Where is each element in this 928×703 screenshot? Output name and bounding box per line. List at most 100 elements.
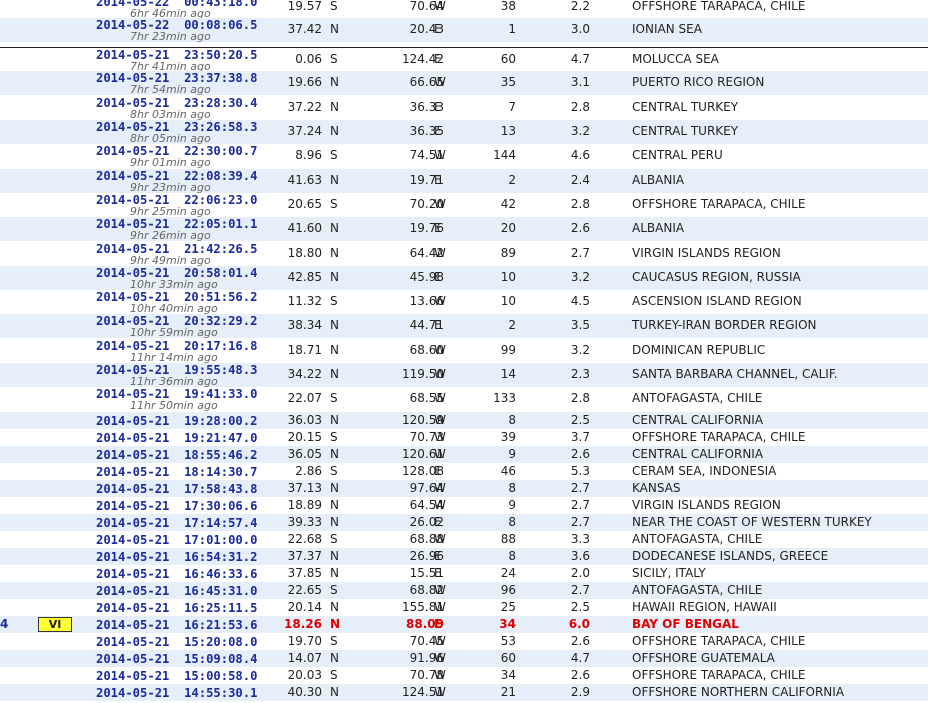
longitude-hemisphere: W <box>434 498 446 512</box>
table-row[interactable]: 2014-05-22 00:43:18.0 6hr 46min ago 19.57 S… <box>0 0 928 19</box>
felt-report-count[interactable]: 4 <box>0 616 8 633</box>
table-row[interactable]: 2014-05-22 00:08:06.5 7hr 23min ago 37.42 N… <box>0 18 928 42</box>
table-row[interactable]: 2014-05-21 17:58:43.8 37.13 N 97.64 W 8 2.7 KAN… <box>0 480 928 497</box>
event-datetime-link[interactable]: 2014-05-21 18:14:30.7 <box>96 465 257 479</box>
table-row[interactable]: 2014-05-21 23:50:20.5 7hr 41min ago 0.06 S 1… <box>0 47 928 72</box>
latitude: 20.65 <box>287 197 322 211</box>
time-ago: 10hr 40min ago <box>130 302 218 315</box>
table-row[interactable]: 2014-05-21 19:21:47.0 20.15 S 70.73 W 39 3.7 OF… <box>0 429 928 446</box>
time-ago: 8hr 03min ago <box>130 108 211 121</box>
latitude-hemisphere: S <box>330 197 338 211</box>
table-row[interactable]: 2014-05-21 17:01:00.0 22.68 S 68.88 W 88 3.3 AN… <box>0 531 928 548</box>
table-row[interactable]: 2014-05-21 20:32:29.2 10hr 59min ago 38.34… <box>0 314 928 338</box>
table-row[interactable]: 2014-05-21 23:26:58.3 8hr 05min ago 37.24 N… <box>0 120 928 144</box>
time-ago: 9hr 01min ago <box>130 156 211 169</box>
event-datetime-link[interactable]: 2014-05-21 17:30:06.6 <box>96 499 257 513</box>
table-row[interactable]: 2014-05-21 20:17:16.8 11hr 14min ago 18.71… <box>0 339 928 363</box>
latitude-hemisphere: S <box>330 532 338 546</box>
magnitude: 2.4 <box>570 173 590 187</box>
longitude-hemisphere: E <box>434 617 443 631</box>
depth: 42 <box>500 197 516 211</box>
longitude-hemisphere: W <box>434 532 446 546</box>
table-row[interactable]: 2014-05-21 19:41:33.0 11hr 50min ago 22.07… <box>0 387 928 411</box>
table-row[interactable]: 2014-05-21 19:28:00.2 36.03 N 120.59 W 8 2.5 CE… <box>0 412 928 429</box>
depth: 2 <box>508 318 516 332</box>
latitude-hemisphere: S <box>330 391 338 405</box>
region-name: ALBANIA <box>632 221 685 235</box>
magnitude: 2.7 <box>570 246 590 260</box>
magnitude: 2.7 <box>570 481 590 495</box>
table-row[interactable]: 2014-05-21 15:09:08.4 14.07 N 91.96 W 60 4.7 OF… <box>0 650 928 667</box>
table-row[interactable]: 2014-05-21 16:46:33.6 37.85 N 15.51 E 24 2.0 SI… <box>0 565 928 582</box>
latitude-hemisphere: N <box>330 124 339 138</box>
table-row[interactable]: 2014-05-21 21:42:26.5 9hr 49min ago 18.80 N… <box>0 242 928 266</box>
table-row[interactable]: 2014-05-21 18:55:46.2 36.05 N 120.61 W 9 2.6 CE… <box>0 446 928 463</box>
event-time: 15:09:08.4 <box>184 652 258 666</box>
table-row[interactable]: 2014-05-21 16:21:53.6 18.26 N 88.09 E 34 6.0 BA… <box>0 616 928 633</box>
event-datetime-link[interactable]: 2014-05-21 16:25:11.5 <box>96 601 257 615</box>
intensity-badge[interactable]: VI <box>38 617 72 632</box>
depth: 10 <box>500 270 516 284</box>
latitude-hemisphere: S <box>330 634 338 648</box>
longitude-hemisphere: W <box>434 343 446 357</box>
date-time-gap <box>169 601 184 615</box>
depth: 60 <box>500 52 516 66</box>
event-datetime-link[interactable]: 2014-05-21 18:55:46.2 <box>96 448 257 462</box>
region-name: ALBANIA <box>632 173 685 187</box>
latitude: 42.85 <box>287 270 322 284</box>
date-time-gap <box>169 686 184 700</box>
table-row[interactable]: 2014-05-21 16:25:11.5 20.14 N 155.81 W 25 2.5 H… <box>0 599 928 616</box>
table-row[interactable]: 2014-05-21 17:30:06.6 18.89 N 64.54 W 9 2.7 VIR… <box>0 497 928 514</box>
table-row[interactable]: 2014-05-21 18:14:30.7 2.86 S 128.08 E 46 5.3 CE… <box>0 463 928 480</box>
table-row[interactable]: 2014-05-21 16:54:31.2 37.37 N 26.96 E 8 3.6 DOD… <box>0 548 928 565</box>
table-row[interactable]: 2014-05-21 23:28:30.4 8hr 03min ago 37.22 N… <box>0 96 928 120</box>
event-datetime-link[interactable]: 2014-05-21 17:01:00.0 <box>96 533 257 547</box>
event-datetime-link[interactable]: 2014-05-21 17:14:57.4 <box>96 516 257 530</box>
table-row[interactable]: 2014-05-21 14:55:30.1 40.30 N 124.51 W 21 2.9 O… <box>0 684 928 701</box>
depth: 7 <box>508 100 516 114</box>
event-datetime-link[interactable]: 2014-05-21 16:21:53.6 <box>96 618 257 632</box>
magnitude: 2.7 <box>570 515 590 529</box>
region-name: CAUCASUS REGION, RUSSIA <box>632 270 801 284</box>
table-row[interactable]: 2014-05-21 16:45:31.0 22.65 S 68.82 W 96 2.7 AN… <box>0 582 928 599</box>
table-row[interactable]: 2014-05-21 22:06:23.0 9hr 25min ago 20.65 S… <box>0 193 928 217</box>
depth: 89 <box>500 246 516 260</box>
event-datetime-link[interactable]: 2014-05-21 19:21:47.0 <box>96 431 257 445</box>
region-name: IONIAN SEA <box>632 22 702 36</box>
event-time: 18:14:30.7 <box>184 465 258 479</box>
event-time: 16:25:11.5 <box>184 601 258 615</box>
event-datetime-link[interactable]: 2014-05-21 15:20:08.0 <box>96 635 257 649</box>
event-datetime-link[interactable]: 2014-05-21 16:54:31.2 <box>96 550 257 564</box>
longitude-hemisphere: W <box>434 246 446 260</box>
table-row[interactable]: 2014-05-21 20:51:56.2 10hr 40min ago 11.32… <box>0 290 928 314</box>
longitude-hemisphere: E <box>434 566 442 580</box>
table-row[interactable]: 2014-05-21 15:00:58.0 20.03 S 70.78 W 34 2.6 OF… <box>0 667 928 684</box>
table-row[interactable]: 2014-05-21 19:55:48.3 11hr 36min ago 34.22… <box>0 363 928 387</box>
magnitude: 4.7 <box>570 52 590 66</box>
depth: 144 <box>493 148 516 162</box>
magnitude: 2.6 <box>570 221 590 235</box>
event-datetime-link[interactable]: 2014-05-21 15:00:58.0 <box>96 669 257 683</box>
event-datetime-link[interactable]: 2014-05-21 14:55:30.1 <box>96 686 257 700</box>
latitude: 22.68 <box>287 532 322 546</box>
event-datetime-link[interactable]: 2014-05-21 19:28:00.2 <box>96 414 257 428</box>
longitude-hemisphere: W <box>434 651 446 665</box>
magnitude: 2.8 <box>570 391 590 405</box>
event-datetime-link[interactable]: 2014-05-21 17:58:43.8 <box>96 482 257 496</box>
latitude-hemisphere: N <box>330 413 339 427</box>
event-datetime-link[interactable]: 2014-05-21 15:09:08.4 <box>96 652 257 666</box>
region-name: HAWAII REGION, HAWAII <box>632 600 777 614</box>
table-row[interactable]: 2014-05-21 22:05:01.1 9hr 26min ago 41.60 N… <box>0 217 928 241</box>
latitude-hemisphere: N <box>330 221 339 235</box>
table-row[interactable]: 2014-05-21 23:37:38.8 7hr 54min ago 19.66 N… <box>0 71 928 95</box>
event-datetime-link[interactable]: 2014-05-21 16:45:31.0 <box>96 584 257 598</box>
table-row[interactable]: 2014-05-21 22:30:00.7 9hr 01min ago 8.96 S 7… <box>0 144 928 168</box>
table-row[interactable]: 2014-05-21 17:14:57.4 39.33 N 26.02 E 8 2.7 NEA… <box>0 514 928 531</box>
table-row[interactable]: 2014-05-21 15:20:08.0 19.70 S 70.45 W 53 2.6 OF… <box>0 633 928 650</box>
region-name: ANTOFAGASTA, CHILE <box>632 532 763 546</box>
event-date: 2014-05-21 <box>96 516 170 530</box>
table-row[interactable]: 2014-05-21 20:58:01.4 10hr 33min ago 42.85… <box>0 266 928 290</box>
event-datetime-link[interactable]: 2014-05-21 16:46:33.6 <box>96 567 257 581</box>
table-row[interactable]: 2014-05-21 22:08:39.4 9hr 23min ago 41.63 N… <box>0 169 928 193</box>
longitude-hemisphere: E <box>434 124 442 138</box>
